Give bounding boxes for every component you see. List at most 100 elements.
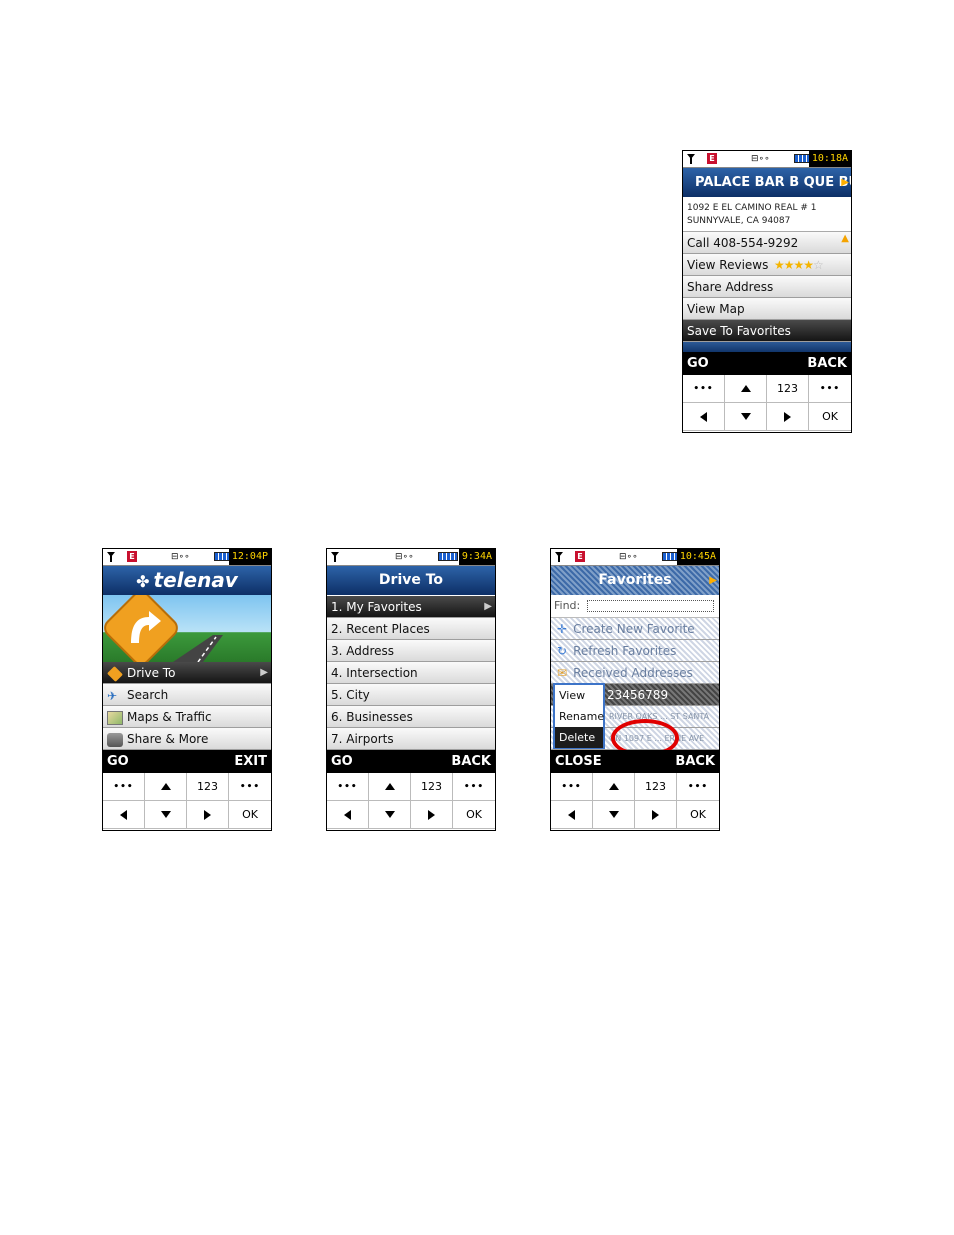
tty-icon: ⊟∘∘ bbox=[171, 552, 190, 562]
favorites-title: Favorites bbox=[598, 572, 672, 588]
down-key[interactable] bbox=[593, 801, 635, 829]
down-key[interactable] bbox=[145, 801, 187, 829]
signal-icon bbox=[687, 154, 695, 164]
status-bar: E ⊟∘∘ 10:18A bbox=[683, 151, 851, 168]
search-label: Search bbox=[127, 688, 169, 702]
drive-to-label: Drive To bbox=[127, 666, 176, 680]
telenav-logo-icon: ✤ bbox=[136, 572, 150, 591]
recent-places-item[interactable]: 2. Recent Places bbox=[327, 618, 495, 640]
brand-name: telenav bbox=[153, 568, 238, 592]
call-item[interactable]: Call 408-554-9292 ▲ bbox=[683, 232, 851, 254]
ok-key[interactable]: OK bbox=[229, 801, 271, 829]
right-arrow-icon bbox=[428, 810, 435, 820]
more-key[interactable]: ••• bbox=[551, 773, 593, 801]
go-softkey[interactable]: GO bbox=[331, 750, 353, 773]
down-key[interactable] bbox=[725, 403, 767, 431]
left-key[interactable] bbox=[683, 403, 725, 431]
businesses-item[interactable]: 6. Businesses bbox=[327, 706, 495, 728]
status-time: 12:04P bbox=[228, 549, 271, 565]
ok-key[interactable]: OK bbox=[809, 403, 851, 431]
maps-traffic-item[interactable]: Maps & Traffic bbox=[103, 706, 271, 728]
up-key[interactable] bbox=[593, 773, 635, 801]
status-bar: E ⊟∘∘ 10:45A bbox=[551, 549, 719, 566]
save-to-favorites-label: Save To Favorites bbox=[687, 324, 791, 338]
number-key[interactable]: 123 bbox=[635, 773, 677, 801]
received-addresses-item[interactable]: ✉ Received Addresses bbox=[551, 662, 719, 684]
airports-item[interactable]: 7. Airports bbox=[327, 728, 495, 750]
maps-traffic-label: Maps & Traffic bbox=[127, 710, 212, 724]
left-key[interactable] bbox=[103, 801, 145, 829]
scroll-right-icon[interactable]: ▶ bbox=[841, 168, 849, 197]
list-footer bbox=[683, 342, 851, 352]
search-item[interactable]: ✈ Search bbox=[103, 684, 271, 706]
find-input[interactable] bbox=[587, 600, 714, 612]
more-key-right[interactable]: ••• bbox=[453, 773, 495, 801]
right-key[interactable] bbox=[187, 801, 229, 829]
more-key[interactable]: ••• bbox=[103, 773, 145, 801]
city-item[interactable]: 5. City bbox=[327, 684, 495, 706]
right-key[interactable] bbox=[767, 403, 809, 431]
refresh-favorites-label: Refresh Favorites bbox=[573, 644, 677, 658]
right-key[interactable] bbox=[635, 801, 677, 829]
received-addresses-label: Received Addresses bbox=[573, 666, 693, 680]
more-key[interactable]: ••• bbox=[683, 375, 725, 403]
up-key[interactable] bbox=[725, 375, 767, 403]
view-map-item[interactable]: View Map bbox=[683, 298, 851, 320]
hero-banner bbox=[103, 595, 271, 662]
up-key[interactable] bbox=[145, 773, 187, 801]
more-key-right[interactable]: ••• bbox=[809, 375, 851, 403]
down-key[interactable] bbox=[369, 801, 411, 829]
my-favorites-item[interactable]: 1. My Favorites ▶ bbox=[327, 596, 495, 618]
view-reviews-item[interactable]: View Reviews ★★★★☆ bbox=[683, 254, 851, 276]
go-softkey[interactable]: GO bbox=[687, 352, 709, 375]
view-map-label: View Map bbox=[687, 302, 745, 316]
back-softkey[interactable]: BACK bbox=[675, 750, 715, 773]
businesses-label: 6. Businesses bbox=[331, 710, 413, 724]
search-icon: ✈ bbox=[107, 688, 118, 703]
address-item[interactable]: 3. Address bbox=[327, 640, 495, 662]
signal-icon bbox=[555, 552, 563, 562]
intersection-item[interactable]: 4. Intersection bbox=[327, 662, 495, 684]
more-key-right[interactable]: ••• bbox=[677, 773, 719, 801]
more-key-right[interactable]: ••• bbox=[229, 773, 271, 801]
favorite-entry-2-text: RIVER OAKS ... ST SANTA bbox=[609, 712, 710, 721]
number-key[interactable]: 123 bbox=[411, 773, 453, 801]
scroll-right-icon[interactable]: ▶ bbox=[709, 566, 717, 595]
back-softkey[interactable]: BACK bbox=[807, 352, 847, 375]
go-softkey[interactable]: GO bbox=[107, 750, 129, 773]
left-arrow-icon bbox=[344, 810, 351, 820]
share-address-item[interactable]: Share Address bbox=[683, 276, 851, 298]
popup-rename-option[interactable]: Rename bbox=[555, 706, 604, 727]
ok-key[interactable]: OK bbox=[677, 801, 719, 829]
context-popup-menu: View Rename Delete bbox=[553, 683, 605, 749]
share-more-item[interactable]: Share & More bbox=[103, 728, 271, 750]
number-key[interactable]: 123 bbox=[187, 773, 229, 801]
exit-softkey[interactable]: EXIT bbox=[234, 750, 267, 773]
left-key[interactable] bbox=[551, 801, 593, 829]
phone-screen-main-menu: E ⊟∘∘ 12:04P ✤ telenav Drive To ▶ ✈ Search… bbox=[102, 548, 272, 831]
right-key[interactable] bbox=[411, 801, 453, 829]
number-key[interactable]: 123 bbox=[767, 375, 809, 403]
e-indicator-icon: E bbox=[707, 153, 717, 164]
popup-view-option[interactable]: View bbox=[555, 685, 603, 706]
up-key[interactable] bbox=[369, 773, 411, 801]
ok-key[interactable]: OK bbox=[453, 801, 495, 829]
map-icon bbox=[107, 710, 123, 725]
right-arrow-icon bbox=[652, 810, 659, 820]
more-key[interactable]: ••• bbox=[327, 773, 369, 801]
share-more-label: Share & More bbox=[127, 732, 209, 746]
save-to-favorites-item[interactable]: Save To Favorites bbox=[683, 320, 851, 342]
close-softkey[interactable]: CLOSE bbox=[555, 750, 602, 773]
phone-screen-place-details: E ⊟∘∘ 10:18A PALACE BAR B QUE BU ▶ 1092 … bbox=[682, 150, 852, 433]
refresh-favorites-item[interactable]: ↻ Refresh Favorites bbox=[551, 640, 719, 662]
drive-to-item[interactable]: Drive To ▶ bbox=[103, 662, 271, 684]
back-softkey[interactable]: BACK bbox=[451, 750, 491, 773]
popup-delete-option[interactable]: Delete bbox=[555, 727, 603, 748]
drive-to-icon bbox=[107, 665, 123, 682]
signal-icon bbox=[107, 552, 115, 562]
left-key[interactable] bbox=[327, 801, 369, 829]
up-arrow-icon bbox=[740, 385, 751, 392]
down-arrow-icon bbox=[740, 413, 751, 420]
create-new-favorite-item[interactable]: ✛ Create New Favorite bbox=[551, 618, 719, 640]
brand-header: ✤ telenav bbox=[103, 566, 271, 595]
